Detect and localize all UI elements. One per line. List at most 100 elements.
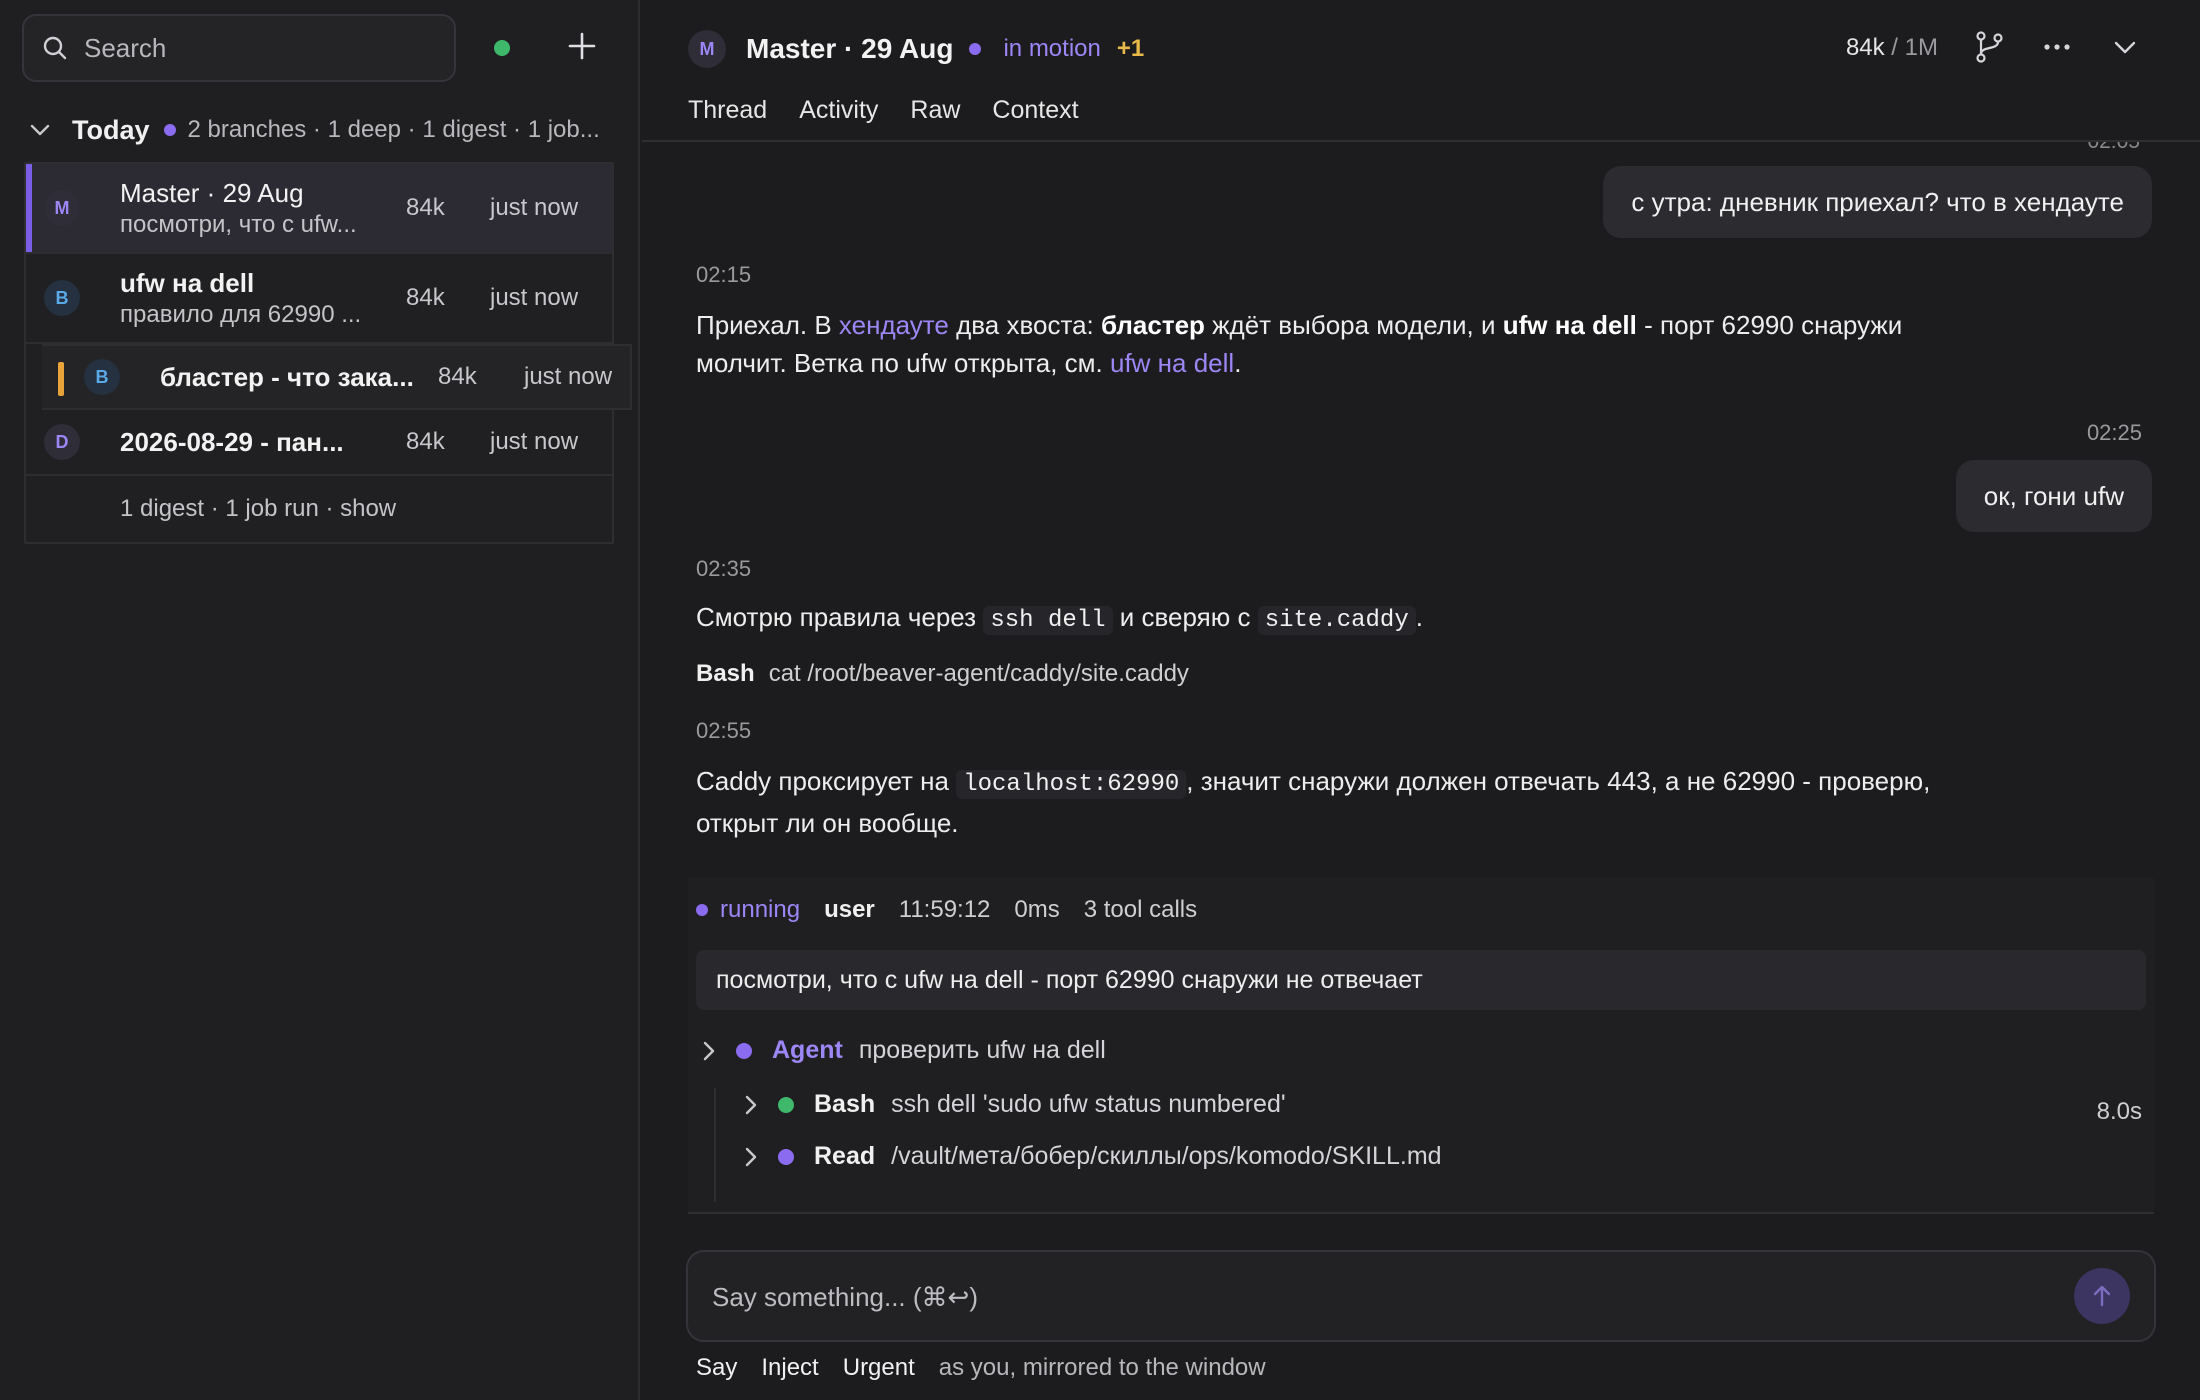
thread-time: just now [490,194,579,221]
run-user: user [824,896,875,923]
composer[interactable] [686,1250,2156,1342]
new-thread-plus-icon[interactable] [566,30,598,62]
step-duration: 8.0s [2096,1098,2142,1125]
pending-marker [58,362,64,396]
ufw-branch-link[interactable]: ufw на dell [1110,348,1234,378]
tree-connector [714,1088,716,1202]
agent-name: Agent [772,1036,843,1064]
status-dot [778,1148,794,1165]
text: . [1415,602,1423,632]
avatar: B [84,359,120,395]
message-input[interactable] [712,1274,2012,1320]
chevron-right-icon[interactable] [744,1146,758,1168]
avatar: D [44,424,80,460]
step-arg: /vault/мета/бобер/скиллы/ops/komodo/SKIL… [891,1142,1442,1170]
thread-item-ufw[interactable]: B ufw на dell правило для 62990 ... 84k … [26,254,612,344]
text: и сверяю с [1112,602,1258,632]
thread-header: M Master · 29 Aug in motion +1 [688,26,1144,72]
thread-subtitle: правило для 62990 ... [120,300,362,328]
thread-state: in motion [1003,35,1101,62]
step-row-bash[interactable]: Bash ssh dell 'sudo ufw status numbered' [744,1090,1286,1119]
step-row-read[interactable]: Read /vault/мета/бобер/скиллы/ops/komodo… [744,1142,1442,1171]
tab-raw[interactable]: Raw [910,96,960,125]
chevron-right-icon[interactable] [702,1040,716,1062]
step-name: Bash [814,1090,876,1118]
assistant-message: Caddy проксирует на localhost:62990, зна… [696,762,1956,842]
text: два хвоста: [948,310,1101,340]
timestamp: 02:05 [2087,142,2140,154]
branch-icon[interactable] [1972,30,2006,64]
assistant-message: Смотрю правила через ssh dell и сверяю с… [696,598,1956,640]
run-tool-calls: 3 tool calls [1083,896,1198,923]
agent-row[interactable]: Agent проверить ufw на dell [702,1036,1106,1065]
group-activity-dot [163,124,176,136]
thread-title: бластер - что зака... [160,361,414,392]
tool-name: Bash [696,660,755,687]
run-prompt: посмотри, что с ufw на dell - порт 62990… [696,950,2146,1010]
user-message: с утра: дневник приехал? что в хендауте [1603,166,2152,238]
mode-say[interactable]: Say [696,1354,737,1382]
timestamp: 02:15 [696,262,752,287]
tab-activity[interactable]: Activity [799,96,878,125]
more-icon[interactable] [2040,30,2074,64]
tab-context[interactable]: Context [992,96,1078,125]
arrow-up-icon [2093,1285,2111,1307]
tokens-limit: 1M [1904,34,1938,61]
tokens-sep: / [1884,34,1905,61]
thread-title: Master · 29 Aug [746,33,954,64]
status-dot [736,1042,752,1059]
message-feed: 02:05 с утра: дневник приехал? что в хен… [642,142,2200,1232]
step-name: Read [814,1142,876,1170]
group-title: Today [72,114,150,145]
run-panel: running user 11:59:12 0ms 3 tool calls п… [688,878,2154,1212]
thread-time: just now [524,363,613,390]
thread-tokens: 84k [406,284,445,311]
chevron-down-icon[interactable] [30,123,50,137]
token-meter: 84k / 1M [1846,34,1938,62]
sidebar: Today 2 branches · 1 deep · 1 digest · 1… [0,0,640,1400]
thread-time: just now [490,428,579,455]
text: Смотрю правила через [696,602,984,632]
bold-text: бластер [1100,310,1205,340]
group-header-today[interactable]: Today 2 branches · 1 deep · 1 digest · 1… [30,112,630,148]
chevron-down-icon[interactable] [2108,30,2142,64]
run-status: running [720,896,801,923]
tool-call[interactable]: Bash cat /root/beaver-agent/caddy/site.ca… [696,660,1189,688]
thread-tokens: 84k [406,194,445,221]
extra-badge[interactable]: +1 [1117,35,1144,63]
tool-arg: cat /root/beaver-agent/caddy/site.caddy [768,660,1189,687]
run-duration: 0ms [1014,896,1060,923]
status-dot [778,1096,794,1113]
thread-item-master[interactable]: M Master · 29 Aug посмотри, что с ufw...… [26,164,612,254]
avatar: M [688,30,726,68]
show-more-link[interactable]: 1 digest · 1 job run · show [26,476,612,542]
thread-item-blaster[interactable]: B бластер - что зака... 84k just now [42,344,632,410]
thread-time: just now [490,284,579,311]
send-button[interactable] [2074,1268,2130,1324]
thread-subtitle: посмотри, что с ufw... [120,210,357,238]
text: Caddy проксирует на [696,766,957,796]
search-box[interactable] [22,14,456,82]
thread-title: 2026-08-29 - пан... [120,426,344,457]
mode-urgent[interactable]: Urgent [843,1354,915,1382]
tab-thread[interactable]: Thread [688,96,767,125]
thread-list: M Master · 29 Aug посмотри, что с ufw...… [24,162,632,544]
thread-tokens: 84k [406,428,445,455]
inline-code: localhost:62990 [956,770,1187,799]
timestamp: 02:35 [696,556,752,581]
text: ждёт выбора модели, и [1204,310,1503,340]
thread-tokens: 84k [438,363,477,390]
thread-item-digest[interactable]: D 2026-08-29 - пан... 84k just now [26,410,612,476]
text: . [1234,348,1242,378]
handout-link[interactable]: хендауте [839,310,949,340]
search-input[interactable] [84,32,424,64]
chevron-right-icon[interactable] [744,1094,758,1116]
user-message: ок, гони ufw [1955,460,2152,532]
run-time: 11:59:12 [898,896,991,923]
inline-code: site.caddy [1257,606,1416,635]
run-divider [688,1212,2154,1214]
group-meta: 2 branches · 1 deep · 1 digest · 1 job..… [187,116,600,143]
mode-inject[interactable]: Inject [761,1354,818,1382]
inline-code: ssh dell [983,606,1113,635]
text: Приехал. В [696,310,839,340]
